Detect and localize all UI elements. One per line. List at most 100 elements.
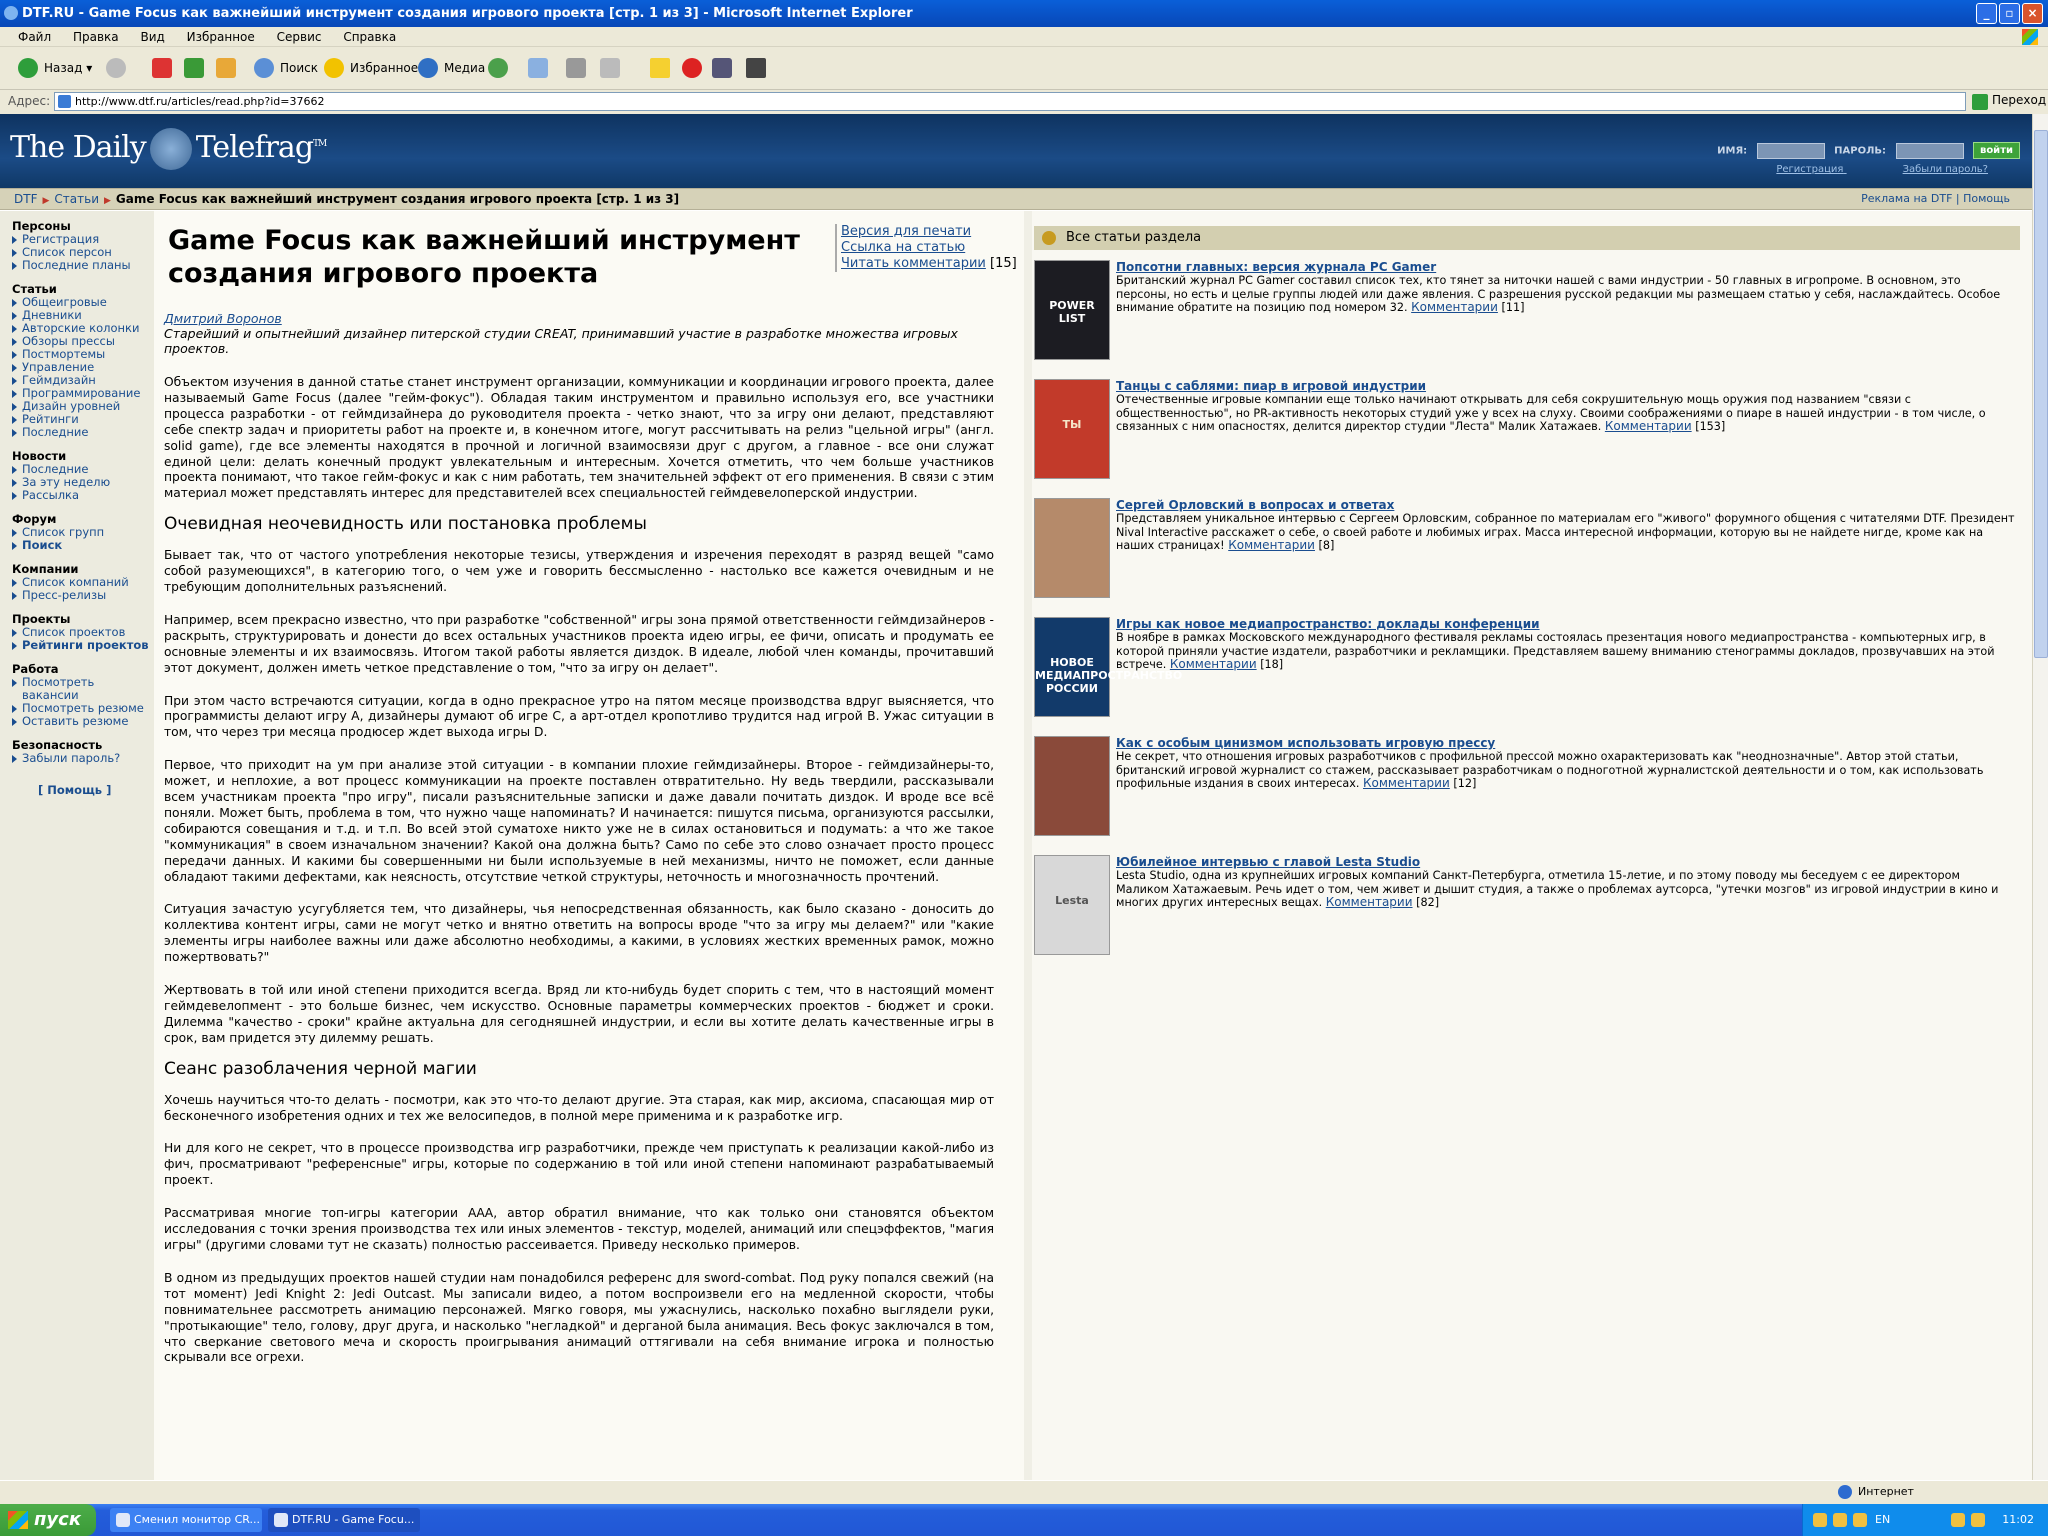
forgot-password-link[interactable]: Забыли пароль? — [1903, 164, 1988, 175]
edit-button[interactable] — [598, 56, 634, 80]
related-text: Отечественные игровые компании еще тольк… — [1116, 393, 1986, 433]
address-input[interactable]: http://www.dtf.ru/articles/read.php?id=3… — [54, 92, 1966, 111]
stop-button[interactable] — [150, 56, 178, 80]
calculator-button[interactable] — [744, 56, 772, 80]
nav-item[interactable]: Пресс-релизы — [12, 589, 154, 602]
at-button[interactable] — [680, 56, 708, 80]
related-title-link[interactable]: Танцы с саблями: пиар в игровой индустри… — [1116, 379, 1426, 393]
language-indicator[interactable]: EN — [1875, 1504, 1890, 1536]
related-text: Британский журнал PC Gamer составил спис… — [1116, 274, 2001, 314]
nav-item[interactable]: Оставить резюме — [12, 715, 154, 728]
start-button[interactable]: пуск — [0, 1504, 96, 1536]
go-button[interactable]: Переход — [1972, 93, 2046, 110]
vertical-scrollbar[interactable] — [2032, 114, 2048, 1480]
nav-item[interactable]: Забыли пароль? — [12, 752, 154, 765]
comments-link[interactable]: Комментарии — [1605, 419, 1692, 433]
left-nav: Персоны Регистрация Список персон Последние… — [0, 211, 154, 1480]
scrollbar-thumb[interactable] — [2034, 130, 2048, 658]
go-arrow-icon — [1972, 94, 1988, 110]
system-tray: EN 11:02 — [1802, 1504, 2048, 1536]
comments-link[interactable]: Комментарии — [1326, 895, 1413, 909]
login-name-input[interactable] — [1756, 142, 1825, 159]
related-description: Отечественные игровые компании еще тольк… — [1116, 393, 2016, 434]
comments-count: [11] — [1501, 301, 1525, 314]
note-button[interactable] — [648, 56, 676, 80]
paragraph: Например, всем прекрасно известно, что п… — [164, 612, 994, 675]
taskbar-item-active[interactable]: DTF.RU - Game Focu... — [268, 1508, 420, 1532]
related-title-link[interactable]: Юбилейное интервью с главой Lesta Studio — [1116, 855, 1420, 869]
tray-icon[interactable] — [1813, 1513, 1827, 1527]
comments-link[interactable]: Комментарии — [1170, 657, 1257, 671]
minimize-button[interactable]: _ — [1976, 3, 1997, 24]
forward-button[interactable] — [104, 56, 140, 80]
related-text: Lesta Studio, одна из крупнейших игровых… — [1116, 869, 1999, 909]
tray-icon[interactable] — [1971, 1513, 1985, 1527]
clock: 11:02 — [2002, 1513, 2034, 1526]
nav-item[interactable]: Рассылка — [12, 489, 154, 502]
site-logo[interactable]: The Daily TelefragTM — [10, 128, 327, 170]
related-title-link[interactable]: Игры как новое медиапространство: доклад… — [1116, 617, 1540, 631]
maximize-button[interactable]: ▫ — [1999, 3, 2020, 24]
related-title-link[interactable]: Попсотни главных: версия журнала PC Game… — [1116, 260, 1436, 274]
article-thumbnail[interactable]: НОВОЕ МЕДИАПРОСТРАНСТВО РОССИИ — [1034, 617, 1182, 717]
print-button[interactable] — [564, 56, 592, 80]
nav-section-title: Проекты — [12, 612, 71, 626]
article-links: Версия для печати Ссылка на статью Читат… — [835, 224, 1017, 272]
article-thumbnail[interactable] — [1034, 498, 1110, 598]
breadcrumb-root[interactable]: DTF — [14, 192, 37, 206]
article-link[interactable]: Ссылка на статью — [841, 240, 965, 255]
menu-tools[interactable]: Сервис — [277, 30, 322, 44]
menu-help[interactable]: Справка — [343, 30, 396, 44]
related-description: В ноябре в рамках Московского международ… — [1116, 631, 2016, 672]
related-title-link[interactable]: Как с особым цинизмом использовать игров… — [1116, 736, 1495, 750]
nav-item[interactable]: Последние планы — [12, 259, 154, 272]
comments-link[interactable]: Комментарии — [1363, 776, 1450, 790]
print-version-link[interactable]: Версия для печати — [841, 224, 971, 239]
article-thumbnail[interactable]: ТЫ — [1034, 379, 1110, 479]
nav-item[interactable]: Последние — [12, 426, 154, 439]
paragraph: В одном из предыдущих проектов нашей сту… — [164, 1270, 994, 1365]
search-button[interactable]: Поиск — [252, 56, 318, 80]
menu-edit[interactable]: Правка — [73, 30, 119, 44]
nav-item[interactable]: Поиск — [12, 539, 154, 552]
comments-link[interactable]: Комментарии — [1411, 300, 1498, 314]
article-thumbnail[interactable]: Lesta — [1034, 855, 1110, 955]
comments-link[interactable]: Комментарии — [1228, 538, 1315, 552]
menu-file[interactable]: Файл — [18, 30, 51, 44]
taskbar-item[interactable]: Сменил монитор CR... — [110, 1508, 262, 1532]
help-link[interactable]: Помощь — [1963, 192, 2010, 205]
related-item: POWER LIST Попсотни главных: версия журна… — [1034, 260, 2020, 370]
article-thumbnail[interactable]: POWER LIST — [1034, 260, 1110, 360]
register-link[interactable]: Регистрация — [1776, 164, 1843, 175]
breadcrumb-current: Game Focus как важнейший инструмент созд… — [115, 192, 680, 206]
nav-item[interactable]: Посмотреть вакансии — [12, 676, 154, 702]
ads-link[interactable]: Реклама на DTF — [1861, 192, 1952, 205]
refresh-button[interactable] — [182, 56, 210, 80]
author-link[interactable]: Дмитрий Воронов — [164, 311, 282, 326]
favorites-button[interactable]: Избранное — [322, 56, 418, 80]
related-item: Сергей Орловский в вопросах и ответах Пре… — [1034, 498, 2020, 608]
paragraph: Хочешь научиться что-то делать - посмотр… — [164, 1092, 994, 1123]
article-thumbnail[interactable] — [1034, 736, 1110, 836]
read-comments-link[interactable]: Читать комментарии — [841, 256, 986, 271]
tray-icon[interactable] — [1833, 1513, 1847, 1527]
menu-view[interactable]: Вид — [140, 30, 164, 44]
media-button[interactable]: Медиа — [416, 56, 485, 80]
login-submit-button[interactable]: войти — [1972, 142, 2020, 159]
login-name-label: ИМЯ: — [1717, 145, 1748, 157]
menu-favorites[interactable]: Избранное — [187, 30, 255, 44]
help-link[interactable]: [ Помощь ] — [38, 783, 154, 797]
breadcrumb-section[interactable]: Статьи — [54, 192, 99, 206]
home-button[interactable] — [214, 56, 242, 80]
close-button[interactable]: × — [2022, 3, 2043, 24]
messenger-button[interactable] — [710, 56, 738, 80]
login-password-input[interactable] — [1895, 142, 1964, 159]
nav-item[interactable]: Рейтинги проектов — [12, 639, 154, 652]
related-title-link[interactable]: Сергей Орловский в вопросах и ответах — [1116, 498, 1394, 512]
tray-icon[interactable] — [1853, 1513, 1867, 1527]
mail-button[interactable] — [526, 56, 562, 80]
back-button[interactable]: Назад ▾ — [16, 56, 92, 80]
history-button[interactable] — [486, 56, 514, 80]
breadcrumb: DTF ▶ Статьи ▶ Game Focus как важнейший инст… — [0, 188, 2032, 210]
tray-icon[interactable] — [1951, 1513, 1965, 1527]
